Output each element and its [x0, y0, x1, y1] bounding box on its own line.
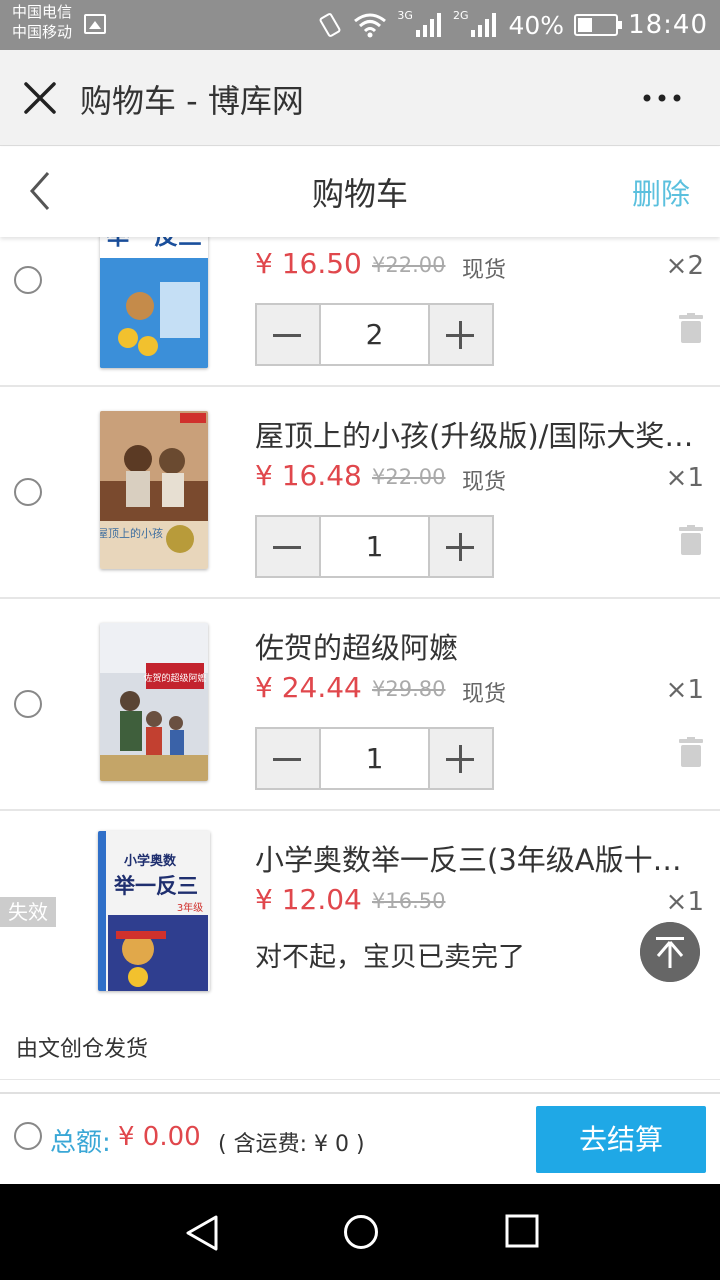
item-original-price: ¥29.80: [372, 677, 446, 701]
checkout-button[interactable]: 去结算: [536, 1106, 706, 1173]
nav-back-icon[interactable]: [184, 1214, 220, 1252]
cart-item: 佐贺的超级阿嬷 佐贺的超级阿嬷 ¥ 24.44 ¥29.80 现货 ×1 1: [0, 599, 720, 811]
svg-text:屋顶上的小孩: 屋顶上的小孩: [100, 526, 163, 540]
book-cover-art: 佐贺的超级阿嬷: [100, 623, 208, 781]
status-bar: 中国电信 中国移动 3G 2G 40% 18:40: [0, 0, 720, 50]
quantity-value[interactable]: 2: [319, 305, 430, 364]
cart-item-invalid: 失效 小学奥数 举一反三 3年级 小学奥数举一反三(3年级A版十年典藏版) ¥ …: [0, 811, 720, 1020]
book-cover-art: 屋顶上的小孩: [100, 411, 208, 569]
book-cover-image[interactable]: 屋顶上的小孩: [100, 411, 208, 569]
item-name[interactable]: 屋顶上的小孩(升级版)/国际大奖小说: [255, 413, 700, 455]
close-icon[interactable]: [22, 80, 58, 116]
item-name[interactable]: 小学奥数举一反三(3年级A版十年典藏版): [255, 837, 700, 879]
decrease-quantity-button[interactable]: [257, 517, 319, 576]
item-original-price: ¥22.00: [372, 253, 446, 277]
webview-title: 购物车 - 博库网: [80, 82, 304, 120]
increase-quantity-button[interactable]: [430, 305, 492, 364]
shipping-fee-note: ( 含运费: ¥ 0 ): [218, 1132, 365, 1157]
total-label: 总额:: [50, 1128, 111, 1158]
book-cover-art: 小学奥数 举一反三 3年级: [98, 831, 210, 991]
item-price: ¥ 16.48: [255, 459, 362, 492]
gallery-notification-icon: [84, 14, 106, 34]
item-quantity-label: ×1: [665, 675, 704, 705]
nav-recents-icon[interactable]: [505, 1214, 539, 1248]
invalid-badge: 失效: [0, 897, 56, 927]
trash-icon[interactable]: [679, 737, 703, 767]
svg-text:举一反三: 举一反三: [113, 874, 198, 898]
network-3g-label: 3G: [397, 8, 413, 22]
svg-text:佐贺的超级阿嬷: 佐贺的超级阿嬷: [143, 672, 206, 684]
svg-text:3年级: 3年级: [177, 901, 203, 914]
item-select-radio[interactable]: [14, 266, 42, 294]
item-stock-status: 现货: [462, 470, 507, 495]
item-select-radio[interactable]: [14, 478, 42, 506]
page-header: 购物车 删除: [0, 147, 720, 237]
item-price: ¥ 12.04: [255, 883, 362, 916]
battery-icon: [574, 14, 623, 36]
item-price: ¥ 16.50: [255, 247, 362, 280]
item-original-price: ¥16.50: [372, 889, 446, 913]
book-cover-art: 举一反三: [100, 237, 208, 368]
quantity-value[interactable]: 1: [319, 729, 430, 788]
quantity-stepper: 2: [255, 303, 494, 366]
item-original-price: ¥22.00: [372, 465, 446, 489]
item-stock-status: 现货: [462, 258, 507, 283]
cart-list[interactable]: 举一反三 ¥ 16.50 ¥22.00 现货 ×2 2: [0, 237, 720, 1092]
book-cover-image[interactable]: 佐贺的超级阿嬷: [100, 623, 208, 781]
increase-quantity-button[interactable]: [430, 729, 492, 788]
quantity-stepper: 1: [255, 515, 494, 578]
select-all-radio[interactable]: [14, 1122, 42, 1150]
decrease-quantity-button[interactable]: [257, 729, 319, 788]
cart-item: 举一反三 ¥ 16.50 ¥22.00 现货 ×2 2: [0, 237, 720, 387]
item-quantity-label: ×2: [665, 251, 704, 281]
signal-icon: [471, 13, 497, 37]
quantity-stepper: 1: [255, 727, 494, 790]
quantity-value[interactable]: 1: [319, 517, 430, 576]
clock: 18:40: [628, 10, 708, 40]
decrease-quantity-button[interactable]: [257, 305, 319, 364]
delete-button[interactable]: 删除: [632, 171, 690, 213]
total-amount: ¥ 0.00: [118, 1122, 201, 1152]
item-stock-status: 现货: [462, 682, 507, 707]
sold-out-message: 对不起，宝贝已卖完了: [255, 942, 525, 973]
vibrate-icon: [319, 13, 341, 37]
webview-titlebar: 购物车 - 博库网: [0, 50, 720, 146]
nav-home-icon[interactable]: [343, 1214, 379, 1250]
checkout-bar: 总额: ¥ 0.00 ( 含运费: ¥ 0 ) 去结算: [0, 1092, 720, 1184]
page-title: 购物车: [311, 175, 408, 213]
carrier-secondary: 中国移动: [12, 23, 73, 41]
trash-icon[interactable]: [679, 525, 703, 555]
cart-item: 屋顶上的小孩 屋顶上的小孩(升级版)/国际大奖小说 ¥ 16.48 ¥22.00…: [0, 387, 720, 599]
back-to-top-icon[interactable]: [640, 922, 700, 982]
network-2g-label: 2G: [452, 8, 469, 22]
item-name[interactable]: 佐贺的超级阿嬷: [255, 625, 700, 667]
battery-percent: 40%: [508, 10, 565, 40]
item-price: ¥ 24.44: [255, 671, 362, 704]
trash-icon[interactable]: [679, 313, 703, 343]
carrier-primary: 中国电信: [12, 3, 73, 21]
item-select-radio[interactable]: [14, 690, 42, 718]
book-cover-image[interactable]: 举一反三: [100, 237, 208, 368]
more-icon[interactable]: [642, 88, 682, 108]
shipping-warehouse-note: 由文创仓发货: [0, 1020, 720, 1080]
increase-quantity-button[interactable]: [430, 517, 492, 576]
system-nav-bar: [0, 1184, 720, 1280]
item-quantity-label: ×1: [665, 463, 704, 493]
svg-text:小学奥数: 小学奥数: [124, 853, 177, 869]
book-cover-image[interactable]: 小学奥数 举一反三 3年级: [98, 831, 210, 991]
signal-icon: [415, 13, 441, 37]
svg-text:举一反三: 举一反三: [105, 237, 202, 250]
wifi-icon: [354, 13, 387, 38]
item-quantity-label: ×1: [665, 887, 704, 917]
status-icons: 3G 2G 40% 18:40: [317, 0, 708, 50]
